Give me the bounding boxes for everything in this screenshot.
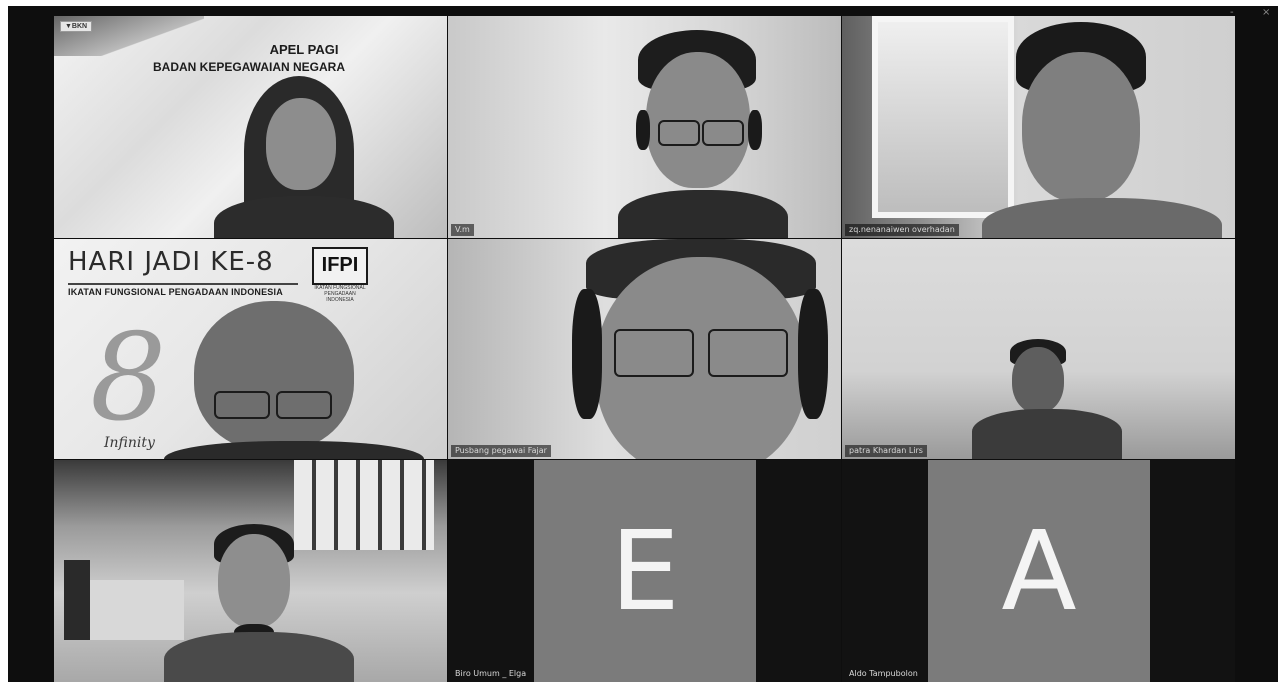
video-tile-6[interactable]: patra Khardan Lirs	[842, 239, 1235, 459]
number-eight-graphic: 8	[90, 309, 167, 448]
video-tile-apel[interactable]: ▼BKN APEL PAGI BADAN KEPEGAWAIAN NEGARA	[54, 16, 447, 238]
participant-name: V.m	[451, 224, 474, 236]
banner-subtitle: BADAN KEPEGAWAIAN NEGARA	[152, 60, 345, 74]
participant-video	[972, 339, 1132, 459]
office-chair	[64, 560, 90, 640]
participant-name: Biro Umum _ Elga	[455, 669, 527, 678]
participant-name: Aldo Tampubolon	[849, 669, 918, 678]
banner-title: HARI JADI KE-8	[68, 247, 274, 277]
participant-avatar: E	[534, 460, 756, 682]
participant-video	[598, 30, 798, 238]
participant-video	[204, 76, 404, 238]
banner-divider	[68, 283, 298, 285]
participant-initial: A	[1001, 507, 1077, 635]
banner-script-text: Infinity	[104, 435, 155, 451]
meeting-window: - × ▼BKN APEL PAGI BADAN KEPEGAWAIAN NEG…	[8, 6, 1278, 682]
video-tile-2[interactable]: V.m	[448, 16, 841, 238]
banner-subtitle: IKATAN FUNGSIONAL PENGADAAN INDONESIA	[68, 287, 283, 297]
ifpi-logo: IFPI	[312, 247, 368, 285]
video-tile-5[interactable]: Pusbang pegawai Fajar	[448, 239, 841, 459]
video-tile-8[interactable]: E Biro Umum _ Elga	[448, 460, 841, 682]
bkn-logo: ▼BKN	[60, 21, 93, 32]
close-icon[interactable]: ×	[1262, 8, 1270, 18]
participant-video	[558, 239, 841, 459]
participant-name: patra Khardan Lirs	[845, 445, 927, 457]
participant-video	[982, 22, 1222, 238]
participant-name: Pusbang pegawai Fajar	[451, 445, 551, 457]
video-tile-7[interactable]	[54, 460, 447, 682]
video-tile-3[interactable]: zq.nenanaiwen overhadan	[842, 16, 1235, 238]
banner-title: APEL PAGI	[269, 42, 339, 57]
video-tile-9[interactable]: A Aldo Tampubolon	[842, 460, 1235, 682]
participant-name: zq.nenanaiwen overhadan	[845, 224, 959, 236]
participant-avatar: A	[928, 460, 1150, 682]
participant-initial: E	[610, 507, 680, 635]
video-tile-hari-jadi[interactable]: HARI JADI KE-8 IKATAN FUNGSIONAL PENGADA…	[54, 239, 447, 459]
participant-video	[164, 524, 364, 682]
participant-video	[164, 301, 424, 459]
